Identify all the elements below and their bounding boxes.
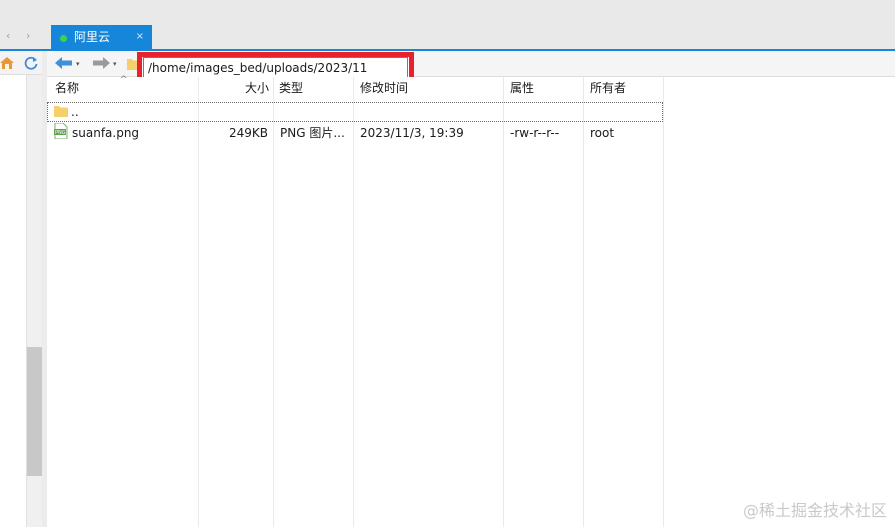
file-attributes: -rw-r--r-- xyxy=(510,126,560,140)
column-header-type[interactable]: 类型 xyxy=(279,81,303,95)
column-header-name[interactable]: 名称 xyxy=(55,81,79,95)
tab-aliyun[interactable]: 阿里云 × xyxy=(51,25,152,49)
path-input[interactable]: /home/images_bed/uploads/2023/11 xyxy=(143,57,408,79)
file-type: PNG 图片... xyxy=(280,126,345,140)
refresh-icon[interactable] xyxy=(24,56,38,70)
svg-text:PNG: PNG xyxy=(55,130,66,136)
sort-ascending-icon: ^ xyxy=(120,75,128,85)
png-file-icon: PNG xyxy=(54,123,68,139)
file-size: 249KB xyxy=(229,126,269,140)
file-modified: 2023/11/3, 19:39 xyxy=(360,126,464,140)
tab-strip: ‹ › 阿里云 × xyxy=(0,0,895,49)
tab-scroll-right-button[interactable]: › xyxy=(26,30,30,42)
back-arrow-icon[interactable] xyxy=(54,56,74,70)
file-name: suanfa.png xyxy=(72,126,140,140)
list-item-file[interactable]: PNG suanfa.png 249KB PNG 图片... 2023/11/3… xyxy=(47,123,663,143)
tab-title: 阿里云 xyxy=(74,30,111,44)
home-icon[interactable] xyxy=(0,57,14,69)
column-separator xyxy=(273,77,274,527)
connection-status-icon xyxy=(60,35,67,42)
column-header-modified[interactable]: 修改时间 xyxy=(360,81,408,95)
folder-icon xyxy=(54,106,68,117)
column-separator xyxy=(353,77,354,527)
column-separator xyxy=(503,77,504,527)
local-toolbar xyxy=(0,51,42,75)
list-item-parent-directory[interactable]: .. xyxy=(47,102,663,122)
watermark-text: @稀土掘金技术社区 xyxy=(742,501,887,520)
tab-close-button[interactable]: × xyxy=(136,31,144,43)
column-header-attributes[interactable]: 属性 xyxy=(510,81,534,95)
forward-arrow-icon[interactable] xyxy=(91,56,111,70)
column-header-size[interactable]: 大小 xyxy=(245,81,269,95)
column-separator xyxy=(663,77,664,527)
column-header-owner[interactable]: 所有者 xyxy=(590,81,626,95)
column-separator xyxy=(198,77,199,527)
column-separator xyxy=(583,77,584,527)
forward-history-dropdown[interactable]: ▾ xyxy=(113,60,117,68)
remote-file-list: 名称 ^ 大小 类型 修改时间 属性 所有者 .. PNG suanfa.png… xyxy=(47,75,895,527)
local-scrollbar-thumb[interactable] xyxy=(27,347,42,476)
back-history-dropdown[interactable]: ▾ xyxy=(76,60,80,68)
file-name: .. xyxy=(71,105,79,119)
tab-scroll-left-button[interactable]: ‹ xyxy=(6,30,10,42)
file-owner: root xyxy=(590,126,615,140)
column-header-row: 名称 ^ 大小 类型 修改时间 属性 所有者 xyxy=(47,75,895,99)
